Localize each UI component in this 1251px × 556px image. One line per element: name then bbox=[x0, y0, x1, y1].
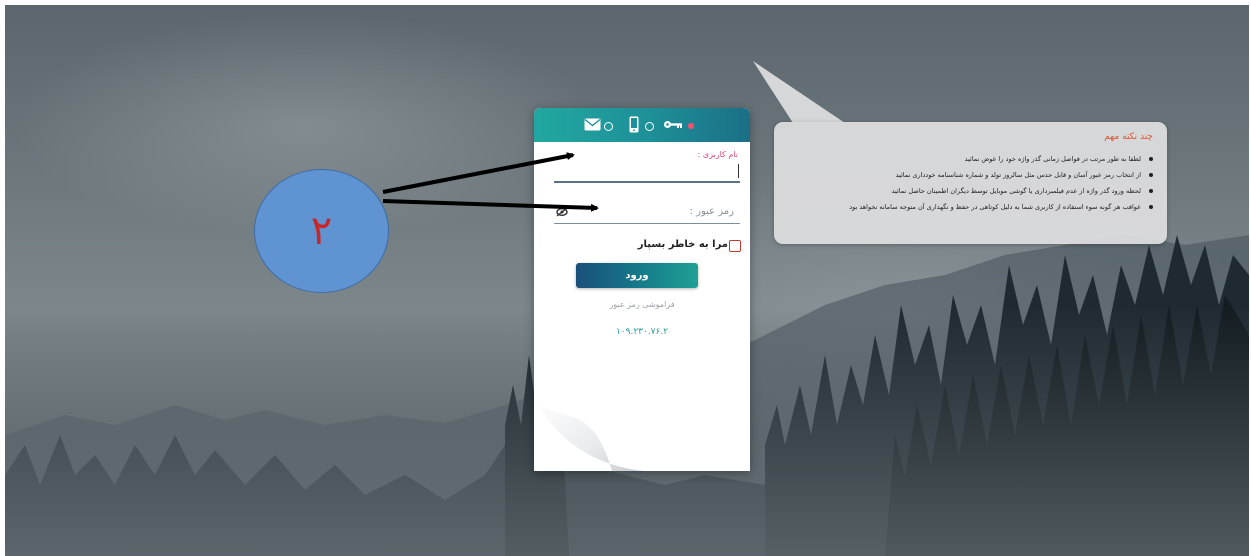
arrow-to-username bbox=[382, 152, 575, 194]
background-scene: چند نکته مهم لطفا به طور مرتب در فواصل ز… bbox=[5, 5, 1249, 556]
arrow-to-password bbox=[382, 199, 599, 212]
annotation-arrows bbox=[382, 152, 599, 212]
